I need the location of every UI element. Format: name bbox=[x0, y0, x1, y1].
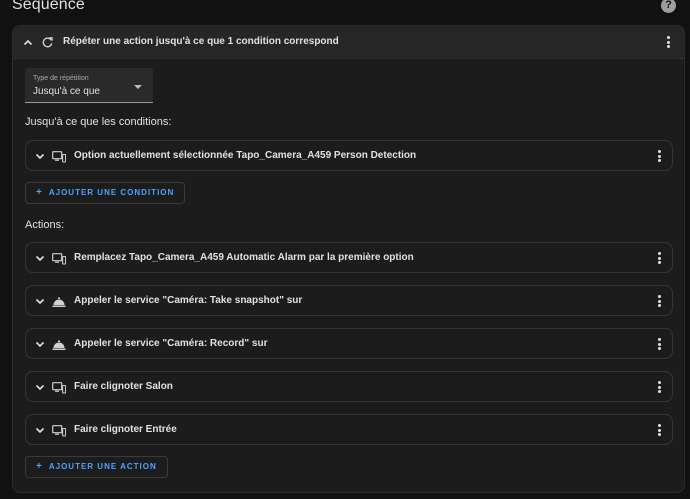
plus-icon: + bbox=[36, 187, 43, 198]
repeat-type-label: Type de répétition bbox=[33, 75, 89, 82]
chevron-down-icon[interactable] bbox=[34, 295, 46, 307]
action-label: Faire clignoter Entrée bbox=[74, 424, 177, 435]
chevron-down-icon[interactable] bbox=[34, 424, 46, 436]
action-label: Appeler le service "Caméra: Record" sur bbox=[74, 338, 268, 349]
repeat-action-header[interactable]: Répéter une action jusqu'à ce que 1 cond… bbox=[13, 26, 684, 59]
conditions-section-label: Jusqu'à ce que les conditions: bbox=[25, 116, 172, 128]
action-label: Faire clignoter Salon bbox=[74, 381, 173, 392]
dropdown-arrow-icon bbox=[134, 85, 142, 89]
action-row[interactable]: Faire clignoter Salon bbox=[25, 371, 673, 402]
repeat-action-card: Répéter une action jusqu'à ce que 1 cond… bbox=[12, 25, 685, 493]
more-vert-icon[interactable] bbox=[663, 36, 673, 50]
refresh-icon bbox=[41, 36, 54, 49]
action-label: Remplacez Tapo_Camera_A459 Automatic Ala… bbox=[74, 252, 414, 263]
chevron-down-icon[interactable] bbox=[34, 381, 46, 393]
service-bell-icon bbox=[52, 338, 66, 350]
page-title: Séquence bbox=[12, 0, 85, 13]
actions-section-label: Actions: bbox=[25, 219, 65, 231]
page-header: Séquence ? bbox=[0, 0, 690, 18]
condition-row[interactable]: Option actuellement sélectionnée Tapo_Ca… bbox=[25, 140, 673, 171]
action-row[interactable]: Appeler le service "Caméra: Take snapsho… bbox=[25, 285, 673, 316]
device-icon bbox=[52, 424, 67, 437]
chevron-down-icon[interactable] bbox=[34, 150, 46, 162]
condition-label: Option actuellement sélectionnée Tapo_Ca… bbox=[74, 150, 417, 161]
action-label: Appeler le service "Caméra: Take snapsho… bbox=[74, 295, 303, 306]
repeat-type-value: Jusqu'à ce que bbox=[33, 86, 100, 97]
action-row[interactable]: Appeler le service "Caméra: Record" sur bbox=[25, 328, 673, 359]
chevron-down-icon[interactable] bbox=[34, 338, 46, 350]
more-vert-icon[interactable] bbox=[654, 150, 664, 164]
add-action-button[interactable]: + AJOUTER UNE ACTION bbox=[25, 456, 168, 478]
chevron-up-icon[interactable] bbox=[22, 37, 34, 49]
plus-icon: + bbox=[36, 461, 43, 472]
more-vert-icon[interactable] bbox=[654, 252, 664, 266]
more-vert-icon[interactable] bbox=[654, 424, 664, 438]
action-row[interactable]: Remplacez Tapo_Camera_A459 Automatic Ala… bbox=[25, 242, 673, 273]
action-row[interactable]: Faire clignoter Entrée bbox=[25, 414, 673, 445]
service-bell-icon bbox=[52, 295, 66, 307]
add-action-label: AJOUTER UNE ACTION bbox=[48, 462, 157, 471]
repeat-type-select[interactable]: Type de répétition Jusqu'à ce que bbox=[25, 68, 153, 103]
more-vert-icon[interactable] bbox=[654, 295, 664, 309]
device-icon bbox=[52, 150, 67, 163]
more-vert-icon[interactable] bbox=[654, 338, 664, 352]
sequence-page: Séquence ? Répéter une action jusqu'à ce… bbox=[0, 0, 690, 499]
device-icon bbox=[52, 381, 67, 394]
add-condition-label: AJOUTER UNE CONDITION bbox=[48, 188, 175, 197]
more-vert-icon[interactable] bbox=[654, 381, 664, 395]
repeat-action-title: Répéter une action jusqu'à ce que 1 cond… bbox=[63, 36, 339, 47]
chevron-down-icon[interactable] bbox=[34, 252, 46, 264]
device-icon bbox=[52, 252, 67, 265]
add-condition-button[interactable]: + AJOUTER UNE CONDITION bbox=[25, 182, 186, 204]
help-icon[interactable]: ? bbox=[661, 0, 676, 13]
